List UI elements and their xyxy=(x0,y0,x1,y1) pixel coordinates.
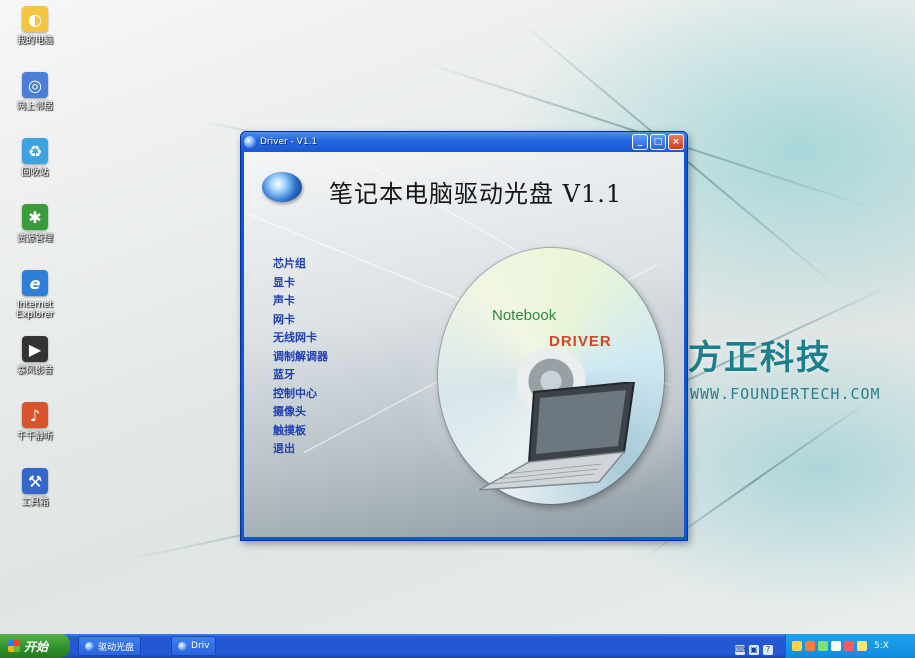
network-icon: ◎ xyxy=(22,72,48,98)
task-label: 驱动光盘 xyxy=(98,642,135,653)
maximize-button[interactable]: □ xyxy=(650,134,666,150)
taskbar-item-driver[interactable]: Driv xyxy=(171,636,217,656)
wallpaper-brand-name: 方正科技 xyxy=(688,338,832,378)
menu-item-bluetooth[interactable]: 蓝牙 xyxy=(273,366,328,385)
wallpaper-brand-url: WWW.FOUNDERTECH.COM xyxy=(690,385,881,403)
desktop-icon-label: 我的电脑 xyxy=(16,36,53,46)
menu-item-modem[interactable]: 调制解调器 xyxy=(273,348,328,367)
cd-logo-icon xyxy=(262,172,302,202)
window-app-icon xyxy=(244,136,256,148)
desktop-icon-network[interactable]: ◎ 网上邻居 xyxy=(10,72,60,136)
tray-clock: 5:X xyxy=(874,641,889,651)
menu-item-control-center[interactable]: 控制中心 xyxy=(273,385,328,404)
desktop-icon-label: 网上邻居 xyxy=(16,102,53,112)
window-title: Driver - V1.1 xyxy=(260,137,318,147)
windows-flag-icon xyxy=(8,640,20,652)
media-icon: ▶ xyxy=(22,336,48,362)
start-label: 开始 xyxy=(24,639,49,654)
driver-window: Driver - V1.1 _ □ × 笔记本电脑驱动光盘 V1.1 芯片组 显… xyxy=(240,131,688,541)
desktop-icon-app[interactable]: ♪ 千千静听 xyxy=(10,402,60,466)
desktop-icon-label: 资源管理 xyxy=(16,234,53,244)
desktop-icon-label: 暴风影音 xyxy=(16,366,53,376)
screen-icon[interactable]: ▣ xyxy=(749,645,759,655)
desktop-icon-label: 回收站 xyxy=(21,168,49,178)
window-client-area: 笔记本电脑驱动光盘 V1.1 芯片组 显卡 声卡 网卡 无线网卡 调制解调器 蓝… xyxy=(244,152,684,537)
tray-security-icon[interactable] xyxy=(805,641,815,651)
desktop-icon-label: Internet Explorer xyxy=(16,300,54,320)
close-button[interactable]: × xyxy=(668,134,684,150)
task-app-icon xyxy=(178,641,188,651)
desktop-icon-my-computer[interactable]: ◐ 我的电脑 xyxy=(10,6,60,70)
app-title: 笔记本电脑驱动光盘 V1.1 xyxy=(329,180,623,208)
tray-antivirus-icon[interactable] xyxy=(844,641,854,651)
menu-item-touchpad[interactable]: 触摸板 xyxy=(273,422,328,441)
menu-item-exit[interactable]: 退出 xyxy=(273,440,328,459)
explorer-icon: ✱ xyxy=(22,204,48,230)
tool-icon: ⚒ xyxy=(22,468,48,494)
tray-update-icon[interactable] xyxy=(857,641,867,651)
tray-volume-icon[interactable] xyxy=(792,641,802,651)
start-button[interactable]: 开始 xyxy=(0,634,70,658)
taskbar: 开始 驱动光盘 Driv xyxy=(0,634,915,658)
desktop-icon-ie[interactable]: e Internet Explorer xyxy=(10,270,60,334)
desktop-icon-explorer[interactable]: ✱ 资源管理 xyxy=(10,204,60,268)
disc-text-driver: DRIVER xyxy=(549,333,612,350)
desktop-icon-label: 工具箱 xyxy=(21,498,49,508)
menu-item-chipset[interactable]: 芯片组 xyxy=(273,255,328,274)
menu-item-camera[interactable]: 摄像头 xyxy=(273,403,328,422)
desktop-icon-recycle[interactable]: ♻ 回收站 xyxy=(10,138,60,202)
tray-network-icon[interactable] xyxy=(818,641,828,651)
task-label: Driv xyxy=(191,641,210,651)
menu-item-video[interactable]: 显卡 xyxy=(273,274,328,293)
desktop-icon-column: ◐ 我的电脑 ◎ 网上邻居 ♻ 回收站 ✱ 资源管理 e Internet Ex… xyxy=(10,6,60,534)
quick-tray: ⌨ ▣ ? xyxy=(735,645,773,655)
desktop-icon-tool[interactable]: ⚒ 工具箱 xyxy=(10,468,60,532)
help-icon[interactable]: ? xyxy=(763,645,773,655)
window-titlebar[interactable]: Driver - V1.1 _ □ × xyxy=(241,132,687,152)
recycle-icon: ♻ xyxy=(22,138,48,164)
disc-text-notebook: Notebook xyxy=(492,307,557,324)
taskbar-item-driver-disc[interactable]: 驱动光盘 xyxy=(78,636,142,656)
task-app-icon xyxy=(85,641,94,651)
laptop-icon xyxy=(478,382,636,491)
desktop-icon-media[interactable]: ▶ 暴风影音 xyxy=(10,336,60,400)
minimize-button[interactable]: _ xyxy=(632,134,648,150)
app-icon: ♪ xyxy=(22,402,48,428)
tray-input-icon[interactable] xyxy=(831,641,841,651)
menu-item-wireless[interactable]: 无线网卡 xyxy=(273,329,328,348)
desktop-icon-label: 千千静听 xyxy=(16,432,53,442)
keyboard-icon[interactable]: ⌨ xyxy=(735,645,747,655)
menu-item-network[interactable]: 网卡 xyxy=(273,311,328,330)
my-computer-icon: ◐ xyxy=(22,6,48,32)
menu-item-audio[interactable]: 声卡 xyxy=(273,292,328,311)
ie-icon: e xyxy=(22,270,48,296)
driver-menu: 芯片组 显卡 声卡 网卡 无线网卡 调制解调器 蓝牙 控制中心 摄像头 触摸板 … xyxy=(273,255,328,459)
system-tray: 5:X xyxy=(785,634,915,658)
